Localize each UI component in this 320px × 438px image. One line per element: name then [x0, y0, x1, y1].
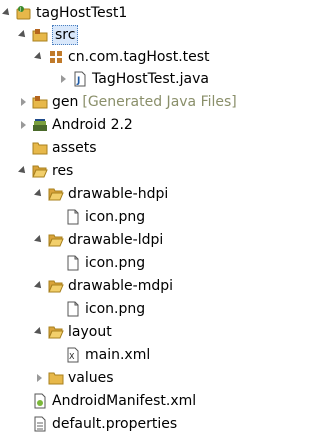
- java-file-label: TagHostTest.java: [92, 71, 209, 87]
- open-folder-icon: [32, 163, 48, 179]
- folder-icon: [48, 370, 64, 386]
- manifest-label: AndroidManifest.xml: [52, 393, 197, 409]
- project-name: tagHostTest1: [36, 5, 128, 21]
- values-label: values: [68, 370, 114, 386]
- file-icon: [65, 301, 81, 317]
- java-file-icon: J: [72, 71, 88, 87]
- xml-file-icon: X: [65, 347, 81, 363]
- svg-text:X: X: [69, 352, 75, 361]
- svg-text:J: J: [76, 76, 80, 86]
- expand-arrow-icon[interactable]: [34, 189, 45, 200]
- open-folder-icon: [48, 186, 64, 202]
- expand-arrow-icon[interactable]: [34, 373, 45, 384]
- hdpi-icon-png-label: icon.png: [85, 209, 146, 225]
- tree-item-manifest[interactable]: AndroidManifest.xml: [29, 390, 196, 412]
- expand-arrow-icon[interactable]: [34, 52, 45, 63]
- android-library-label: Android 2.2: [52, 117, 133, 133]
- tree-item-package[interactable]: cn.com.tagHost.test: [34, 46, 210, 68]
- tree-item-mdpi-icon-png[interactable]: icon.png: [62, 298, 145, 320]
- src-label: src: [52, 25, 79, 45]
- expand-arrow-icon[interactable]: [34, 281, 45, 292]
- package-icon: [48, 49, 64, 65]
- tree-item-gen[interactable]: gen [Generated Java Files]: [18, 91, 237, 113]
- ldpi-icon-png-label: icon.png: [85, 255, 146, 271]
- expand-arrow-icon[interactable]: [2, 8, 13, 19]
- tree-item-java-file[interactable]: J TagHostTest.java: [58, 68, 209, 90]
- properties-file-icon: [32, 416, 48, 432]
- expand-arrow-icon[interactable]: [34, 327, 45, 338]
- tree-item-properties[interactable]: default.properties: [29, 413, 177, 435]
- tree-item-hdpi-icon-png[interactable]: icon.png: [62, 206, 145, 228]
- expand-arrow-icon[interactable]: [18, 166, 29, 177]
- expand-arrow-icon[interactable]: [18, 120, 29, 131]
- generated-folder-icon: [32, 94, 48, 110]
- main-xml-label: main.xml: [85, 347, 151, 363]
- tree-item-layout[interactable]: layout: [34, 321, 112, 343]
- drawable-ldpi-label: drawable-ldpi: [68, 232, 164, 248]
- expand-arrow-icon[interactable]: [34, 235, 45, 246]
- drawable-mdpi-label: drawable-mdpi: [68, 278, 173, 294]
- package-label: cn.com.tagHost.test: [68, 49, 210, 65]
- tree-item-drawable-ldpi[interactable]: drawable-ldpi: [34, 229, 163, 251]
- no-arrow-spacer: [18, 143, 29, 154]
- tree-item-main-xml[interactable]: X main.xml: [62, 344, 150, 366]
- tree-item-assets[interactable]: assets: [18, 137, 97, 159]
- open-folder-icon: [48, 232, 64, 248]
- folder-icon: [32, 140, 48, 156]
- file-icon: [65, 255, 81, 271]
- expand-arrow-icon[interactable]: [58, 74, 69, 85]
- expand-arrow-icon[interactable]: [18, 30, 29, 41]
- tree-item-ldpi-icon-png[interactable]: icon.png: [62, 252, 145, 274]
- svg-text:J: J: [19, 7, 21, 13]
- assets-label: assets: [52, 140, 97, 156]
- open-folder-icon: [48, 278, 64, 294]
- tree-item-drawable-hdpi[interactable]: drawable-hdpi: [34, 183, 168, 205]
- library-icon: [32, 117, 48, 133]
- mdpi-icon-png-label: icon.png: [85, 301, 146, 317]
- tree-item-values[interactable]: values: [34, 367, 114, 389]
- manifest-file-icon: [32, 393, 48, 409]
- tree-item-res[interactable]: res: [18, 160, 73, 182]
- tree-item-drawable-mdpi[interactable]: drawable-mdpi: [34, 275, 173, 297]
- expand-arrow-icon[interactable]: [18, 97, 29, 108]
- gen-label: gen: [52, 94, 79, 110]
- tree-item-android-library[interactable]: Android 2.2: [18, 114, 133, 136]
- open-folder-icon: [48, 324, 64, 340]
- drawable-hdpi-label: drawable-hdpi: [68, 186, 169, 202]
- gen-decoration: [Generated Java Files]: [82, 94, 237, 110]
- android-project-icon: J: [16, 5, 32, 21]
- file-icon: [65, 209, 81, 225]
- package-explorer-tree: J tagHostTest1 src cn.com.tagHost.test J…: [0, 0, 249, 438]
- source-folder-icon: [32, 27, 48, 43]
- tree-item-src[interactable]: src: [18, 24, 79, 46]
- res-label: res: [52, 163, 74, 179]
- tree-item-project[interactable]: J tagHostTest1: [2, 2, 127, 24]
- properties-label: default.properties: [52, 416, 178, 432]
- layout-label: layout: [68, 324, 112, 340]
